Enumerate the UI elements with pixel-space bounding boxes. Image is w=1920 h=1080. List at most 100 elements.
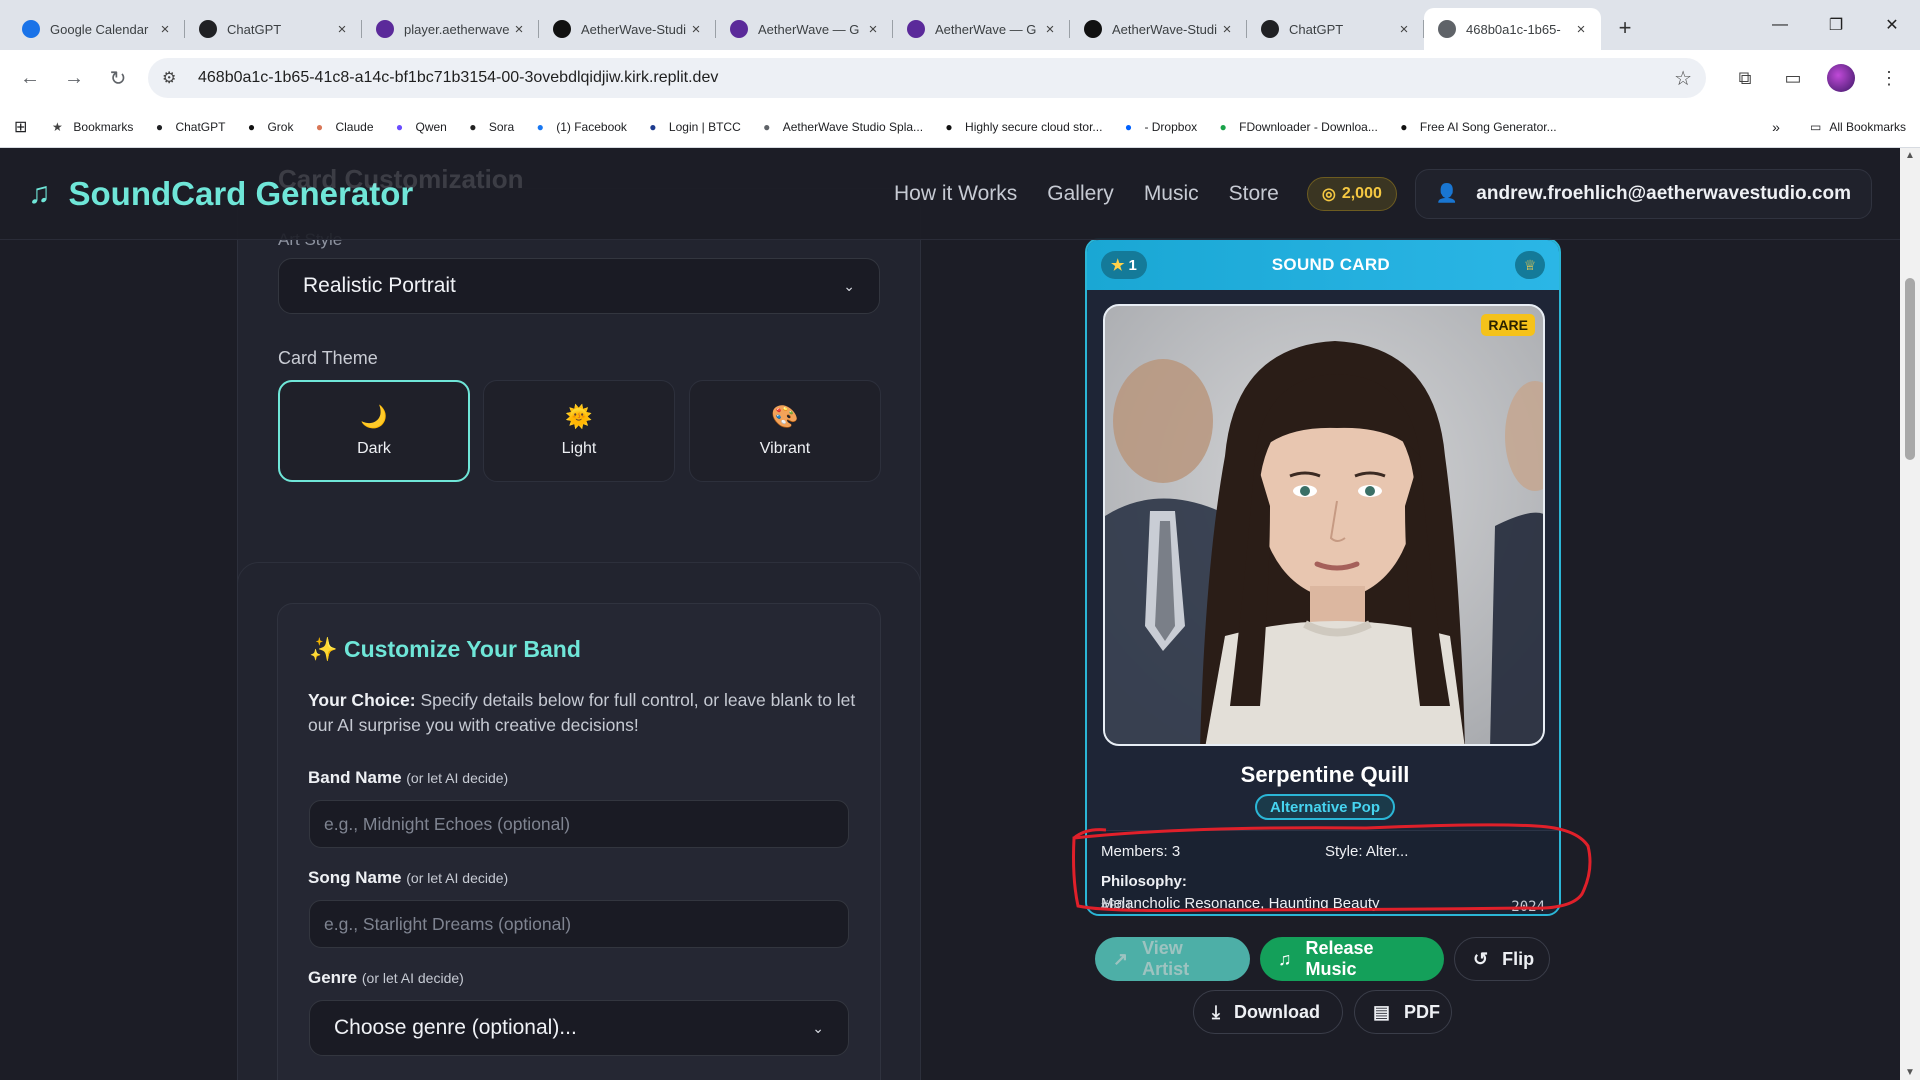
genre-select[interactable]: Choose genre (optional)... ⌄ — [309, 1000, 849, 1056]
bookmark-item[interactable]: ● ChatGPT — [151, 119, 226, 135]
song-name-input[interactable]: e.g., Starlight Dreams (optional) — [309, 900, 849, 948]
bookmark-item[interactable]: ● Claude — [311, 119, 374, 135]
profile-avatar[interactable] — [1820, 58, 1862, 98]
view-artist-button[interactable]: ↗ View Artist — [1095, 937, 1250, 981]
trophy-icon: ♕ — [1515, 251, 1545, 279]
close-icon[interactable]: × — [155, 21, 175, 38]
bookmark-item[interactable]: ● Grok — [243, 119, 294, 135]
close-icon[interactable]: × — [1394, 21, 1414, 38]
bookmark-item[interactable]: ● FDownloader - Downloa... — [1215, 119, 1378, 135]
bookmark-favicon-icon: ● — [315, 119, 324, 134]
reload-icon[interactable]: ↻ — [98, 58, 138, 98]
tab-title: ChatGPT — [1289, 21, 1344, 37]
close-icon[interactable]: × — [1040, 21, 1060, 38]
bookmark-item[interactable]: ● Free AI Song Generator... — [1396, 119, 1557, 135]
extensions-icon[interactable]: ⧉ — [1724, 58, 1766, 98]
art-style-select[interactable]: Realistic Portrait ⌄ — [278, 258, 880, 314]
bookmark-favicon-icon: ● — [763, 119, 771, 134]
flip-button[interactable]: ↺ Flip — [1454, 937, 1550, 981]
bookmark-item[interactable]: ● AetherWave Studio Spla... — [759, 119, 923, 135]
browser-tab[interactable]: AetherWave-Studio × — [1070, 8, 1247, 50]
tab-title: AetherWave — G — [758, 21, 860, 37]
user-menu[interactable]: 👤 andrew.froehlich@aetherwavestudio.com — [1414, 168, 1872, 219]
restore-icon[interactable]: ❐ — [1808, 0, 1864, 50]
label-text: Genre — [308, 968, 358, 987]
close-window-icon[interactable]: ✕ — [1864, 0, 1920, 50]
browser-tab[interactable]: 468b0a1c-1b65- × — [1424, 8, 1601, 50]
page-scrollbar[interactable]: ▲ ▼ — [1900, 148, 1920, 1080]
placeholder-text: e.g., Starlight Dreams (optional) — [324, 913, 572, 934]
apps-grid-icon[interactable]: ⊞ — [14, 117, 27, 137]
moon-icon: 🌙 — [360, 404, 388, 429]
theme-vibrant-button[interactable]: 🎨 Vibrant — [689, 380, 881, 482]
bookmark-item[interactable]: ● Login | BTCC — [645, 119, 740, 135]
scroll-up-icon[interactable]: ▲ — [1900, 150, 1920, 161]
bookmark-item[interactable]: ● Highly secure cloud stor... — [941, 119, 1102, 135]
close-icon[interactable]: × — [1217, 21, 1237, 38]
download-button[interactable]: ⤓ Download — [1193, 990, 1343, 1034]
artist-portrait: RARE — [1103, 304, 1545, 746]
philosophy-label: Philosophy: — [1101, 873, 1187, 890]
new-tab-icon[interactable]: + — [1607, 10, 1643, 46]
forward-icon[interactable]: → — [54, 58, 94, 98]
theme-dark-button[interactable]: 🌙 Dark — [278, 380, 470, 482]
bookmark-label: Qwen — [415, 119, 447, 134]
aetherwave-icon — [376, 20, 394, 38]
browser-tab[interactable]: player.aetherwave × — [362, 8, 539, 50]
browser-tab[interactable]: AetherWave — G × — [716, 8, 893, 50]
site-info-icon[interactable]: ⚙ — [162, 68, 184, 88]
nav-music[interactable]: Music — [1144, 182, 1199, 206]
bookmark-label: Free AI Song Generator... — [1419, 119, 1557, 134]
minimize-icon[interactable]: — — [1752, 0, 1808, 50]
theme-light-button[interactable]: 🌞 Light — [483, 380, 675, 482]
browser-tab[interactable]: Google Calendar × — [8, 8, 185, 50]
nav-how-it-works[interactable]: How it Works — [894, 182, 1017, 206]
coin-balance[interactable]: ◎ 2,000 — [1306, 176, 1397, 211]
close-icon[interactable]: × — [1571, 21, 1591, 38]
all-bookmarks-label[interactable]: All Bookmarks — [1829, 120, 1906, 134]
browser-tab[interactable]: ChatGPT × — [1247, 8, 1424, 50]
band-name-label: Band Name (or let AI decide) — [308, 768, 508, 788]
bookmark-favicon-icon: ● — [395, 119, 404, 134]
nav-store[interactable]: Store — [1229, 182, 1279, 206]
bookmark-star-icon[interactable]: ☆ — [1674, 66, 1692, 91]
release-music-button[interactable]: ♫ Release Music — [1260, 937, 1444, 981]
browser-tab[interactable]: AetherWave — G × — [893, 8, 1070, 50]
pdf-button[interactable]: ▤ PDF — [1354, 990, 1452, 1034]
band-name-input[interactable]: e.g., Midnight Echoes (optional) — [309, 800, 849, 848]
nav-gallery[interactable]: Gallery — [1047, 182, 1114, 206]
desc-bold: Your Choice: — [308, 690, 416, 710]
page-content: Art Style Realistic Portrait ⌄ Card Them… — [0, 148, 1920, 1080]
bookmark-favicon-icon: ● — [1124, 119, 1133, 134]
scroll-down-icon[interactable]: ▼ — [1900, 1067, 1920, 1078]
close-icon[interactable]: × — [686, 21, 706, 38]
close-icon[interactable]: × — [509, 21, 529, 38]
main-nav: How it Works Gallery Music Store ◎ 2,000 … — [864, 168, 1872, 219]
star-count: 1 — [1128, 256, 1137, 274]
external-link-icon: ↗ — [1113, 948, 1129, 969]
bookmark-item[interactable]: ★ Bookmarks — [49, 119, 133, 135]
bookmark-label: Bookmarks — [73, 119, 134, 134]
chevron-double-right-icon[interactable]: » — [1772, 119, 1780, 135]
browser-tab[interactable]: ChatGPT × — [185, 8, 362, 50]
close-icon[interactable]: × — [863, 21, 883, 38]
browser-tab-bar: Google Calendar × ChatGPT × player.aetherwav… — [0, 0, 1920, 50]
bookmark-item[interactable]: ● (1) Facebook — [532, 119, 627, 135]
address-bar[interactable]: ⚙ 468b0a1c-1b65-41c8-a14c-bf1bc71b3154-0… — [148, 58, 1706, 98]
back-icon[interactable]: ← — [10, 58, 50, 98]
bookmark-item[interactable]: ● - Dropbox — [1120, 119, 1197, 135]
close-icon[interactable]: × — [332, 21, 352, 38]
artist-name: Serpentine Quill — [1240, 762, 1410, 787]
menu-kebab-icon[interactable]: ⋮ — [1868, 58, 1910, 98]
button-label: Release Music — [1305, 938, 1374, 979]
bookmark-item[interactable]: ● Sora — [465, 119, 514, 135]
browser-tab[interactable]: AetherWave-Studio × — [539, 8, 716, 50]
cast-search-icon[interactable]: ▭ — [1772, 58, 1814, 98]
bookmark-item[interactable]: ● Qwen — [392, 119, 447, 135]
scroll-thumb[interactable] — [1905, 278, 1915, 460]
bookmark-label: Highly secure cloud stor... — [965, 119, 1103, 134]
chevron-down-icon: ⌄ — [812, 1019, 824, 1036]
style-text: Style: Alter... — [1325, 843, 1409, 860]
music-note-icon: ♫ — [1278, 948, 1292, 969]
window-controls: — ❐ ✕ — [1752, 0, 1920, 50]
